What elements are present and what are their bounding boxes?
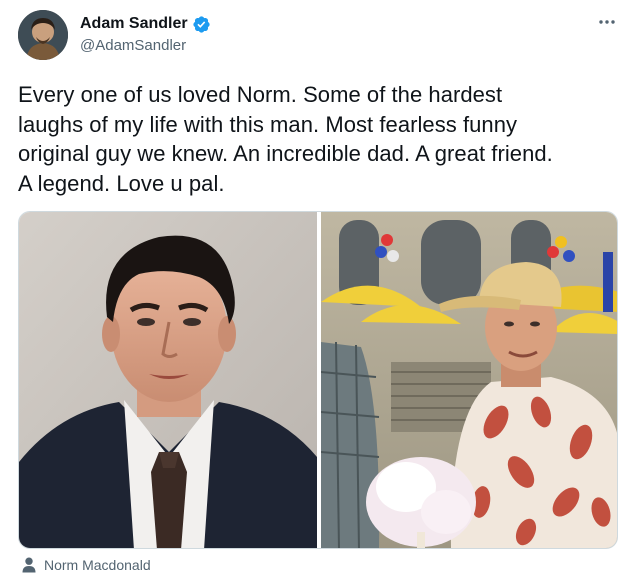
person-icon: [22, 557, 36, 573]
tagged-user-name[interactable]: Norm Macdonald: [44, 557, 151, 573]
tweet-text-line: original guy we knew. An incredible dad.…: [18, 141, 553, 166]
author-handle[interactable]: @AdamSandler: [80, 37, 186, 55]
media-grid: [18, 211, 618, 549]
tagged-people[interactable]: Norm Macdonald: [22, 555, 151, 575]
verified-badge-icon: [192, 15, 211, 34]
avatar-image: [18, 10, 68, 60]
more-horizontal-icon: [599, 20, 615, 24]
more-options-button[interactable]: [594, 12, 620, 32]
photo-sandler-cotton-candy[interactable]: [321, 212, 617, 548]
photo-image: [321, 212, 617, 548]
display-name[interactable]: Adam Sandler: [80, 14, 188, 34]
photo-image: [19, 212, 317, 548]
tweet-card: Adam Sandler @AdamSandler Every one of u…: [0, 0, 634, 582]
avatar[interactable]: [18, 10, 68, 60]
author-name-row[interactable]: Adam Sandler: [80, 13, 211, 35]
tweet-text-line: A legend. Love u pal.: [18, 170, 225, 196]
tweet-text-line: Every one of us loved Norm. Some of the …: [18, 82, 503, 107]
tweet-text: Every one of us loved Norm. Some of the …: [18, 80, 623, 198]
photo-norm-portrait[interactable]: [19, 212, 317, 548]
tweet-text-line: laughs of my life with this man. Most fe…: [18, 111, 518, 137]
